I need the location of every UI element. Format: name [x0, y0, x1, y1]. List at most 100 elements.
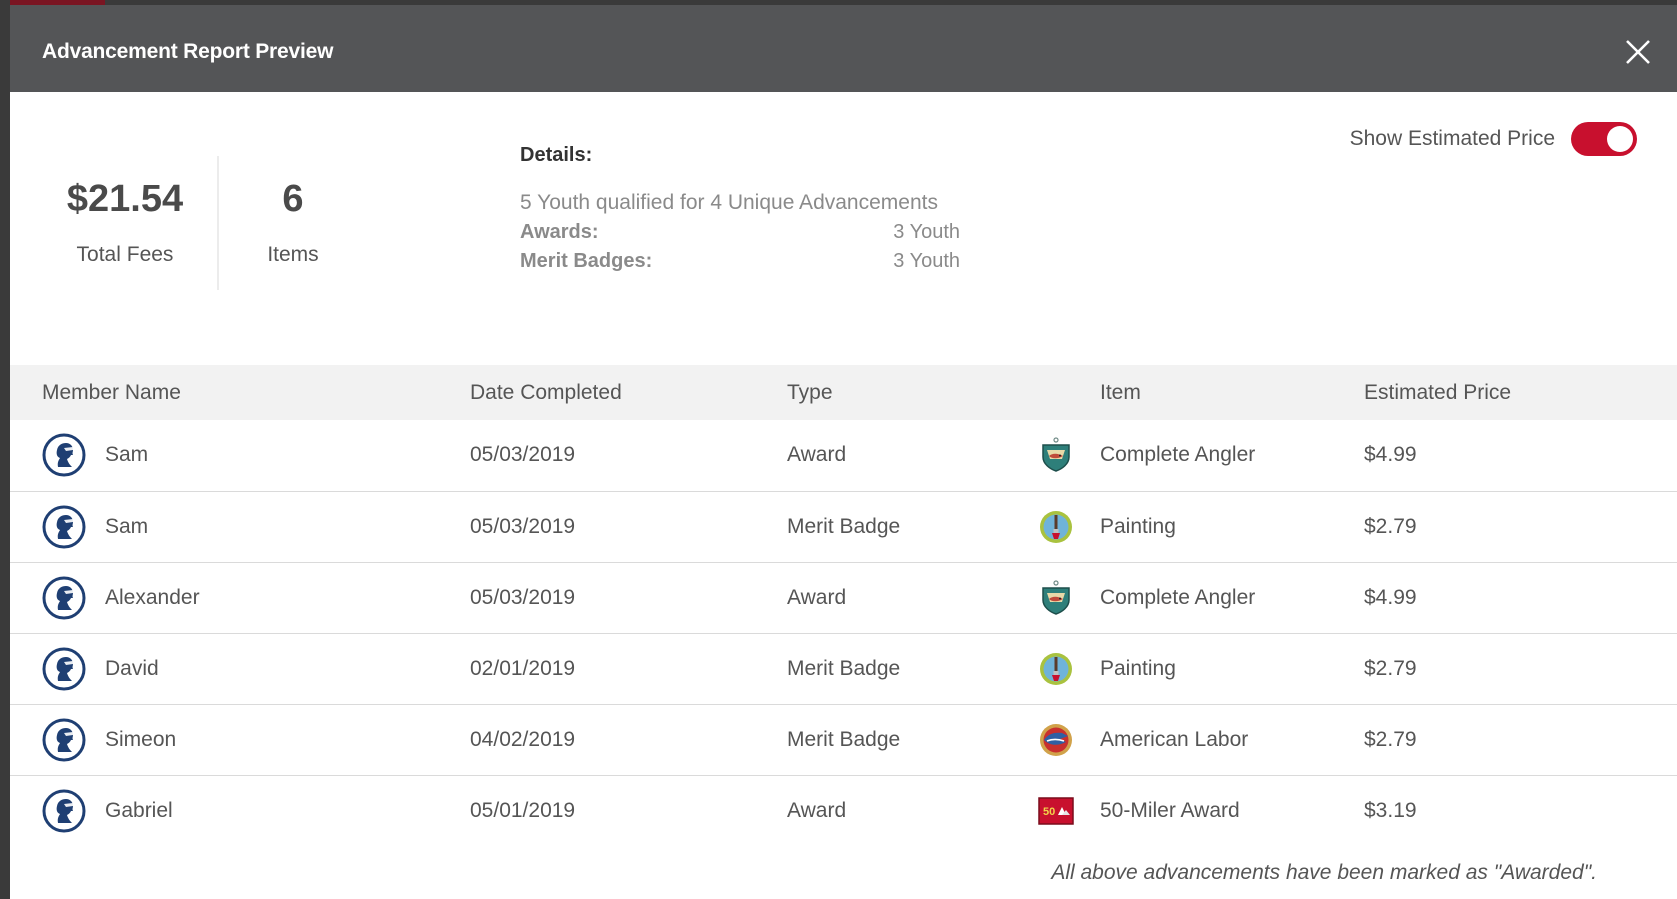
member-cell: Alexander	[10, 562, 470, 633]
total-fees-stat: $21.54 Total Fees	[50, 178, 200, 267]
merit-badges-row: Merit Badges: 3 Youth	[520, 250, 960, 273]
item-cell: Painting	[1038, 633, 1364, 704]
merit-badges-value: 3 Youth	[893, 250, 960, 272]
item-name: Painting	[1100, 656, 1176, 680]
merit-badges-label: Merit Badges:	[520, 250, 653, 272]
date-completed-cell: 05/01/2019	[470, 798, 576, 822]
modal-header: Advancement Report Preview	[10, 5, 1677, 92]
member-avatar-icon	[42, 576, 86, 619]
total-fees-value: $21.54	[66, 178, 184, 220]
member-cell: Simeon	[10, 704, 470, 775]
member-avatar-icon	[42, 505, 86, 548]
type-cell: Award	[787, 443, 847, 467]
details-summary: 5 Youth qualified for 4 Unique Advanceme…	[520, 191, 938, 214]
item: Painting	[1038, 651, 1364, 687]
member: Alexander	[42, 576, 470, 620]
close-icon[interactable]	[1625, 39, 1651, 65]
estimated-price-cell: $2.79	[1364, 656, 1417, 680]
table-row[interactable]: Gabriel 05/01/2019 Award 50 50-Miler Award…	[10, 775, 1677, 846]
table-row[interactable]: Sam 05/03/2019 Award Complete Angler $4.99	[10, 420, 1677, 491]
american-labor-badge-icon	[1040, 723, 1072, 756]
painting-badge-icon	[1040, 510, 1072, 543]
complete-angler-badge-icon	[1042, 437, 1070, 473]
table-row[interactable]: Sam 05/03/2019 Merit Badge Painting $2.79	[10, 491, 1677, 562]
header-date-completed: Date Completed	[470, 380, 622, 404]
table-row[interactable]: David 02/01/2019 Merit Badge Painting $2.79	[10, 633, 1677, 704]
details-title: Details:	[520, 144, 593, 166]
painting-badge-icon	[1040, 652, 1072, 685]
header-item-label: Item	[1100, 380, 1141, 404]
type-cell: Award	[787, 585, 847, 609]
item: Complete Angler	[1038, 579, 1364, 616]
item-cell: Complete Angler	[1038, 562, 1364, 633]
awarded-footnote: All above advancements have been marked …	[1051, 861, 1597, 884]
estimated-price-toggle[interactable]	[1571, 122, 1637, 156]
member-avatar-icon	[42, 433, 86, 477]
member-cell: Gabriel	[10, 775, 470, 846]
table-row[interactable]: Alexander 05/03/2019 Award Complete Angler…	[10, 562, 1677, 633]
item-name: 50-Miler Award	[1100, 798, 1240, 822]
member: Simeon	[42, 718, 470, 762]
member-cell: David	[10, 633, 470, 704]
header-estimated-price: Estimated Price	[1364, 380, 1512, 404]
member-cell: Sam	[10, 420, 470, 491]
member: Gabriel	[42, 789, 470, 833]
type-cell: Merit Badge	[787, 514, 901, 538]
type-cell: Merit Badge	[787, 727, 901, 751]
advancement-report-modal: Advancement Report Preview $21.54 Total …	[10, 5, 1677, 899]
item-cell: 50 50-Miler Award	[1038, 775, 1364, 846]
advancements-table: Member Name Date Completed Type Item Est…	[10, 365, 1677, 846]
estimated-price-toggle-label: Show Estimated Price	[1349, 127, 1555, 150]
member-name: Simeon	[105, 727, 177, 751]
items-label: Items	[267, 243, 319, 266]
total-fees-label: Total Fees	[76, 243, 174, 266]
toggle-knob	[1607, 126, 1633, 152]
estimated-price-cell: $4.99	[1364, 585, 1417, 609]
item-name: American Labor	[1100, 727, 1249, 751]
member: David	[42, 647, 470, 691]
header-member-name: Member Name	[42, 380, 181, 404]
date-completed-cell: 02/01/2019	[470, 656, 576, 680]
type-cell: Merit Badge	[787, 656, 901, 680]
fifty-miler-award-icon: 50	[1038, 797, 1074, 825]
estimated-price-cell: $4.99	[1364, 443, 1417, 467]
item-cell: Painting	[1038, 491, 1364, 562]
item: Complete Angler	[1038, 437, 1364, 473]
item: Painting	[1038, 509, 1364, 545]
table-header-row: Member Name Date Completed Type Item Est…	[10, 365, 1677, 420]
item: 50 50-Miler Award	[1038, 793, 1364, 829]
details-panel: Details: 5 Youth qualified for 4 Unique …	[520, 144, 960, 273]
items-stat: 6 Items	[238, 178, 348, 267]
awards-row: Awards: 3 Youth	[520, 221, 960, 244]
member-avatar-icon	[42, 789, 86, 833]
awards-value: 3 Youth	[893, 221, 960, 243]
member: Sam	[42, 433, 470, 477]
member-name: Sam	[105, 443, 149, 467]
member: Sam	[42, 505, 470, 549]
item-cell: Complete Angler	[1038, 420, 1364, 491]
estimated-price-cell: $2.79	[1364, 727, 1417, 751]
date-completed-cell: 05/03/2019	[470, 443, 576, 467]
member-name: Alexander	[105, 585, 200, 609]
member-name: Sam	[105, 514, 149, 538]
date-completed-cell: 05/03/2019	[470, 514, 576, 538]
complete-angler-badge-icon	[1042, 579, 1070, 615]
items-count: 6	[282, 178, 304, 220]
header-type: Type	[787, 380, 833, 404]
table-row[interactable]: Simeon 04/02/2019 Merit Badge American Lab…	[10, 704, 1677, 775]
estimated-price-cell: $2.79	[1364, 514, 1417, 538]
member-cell: Sam	[10, 491, 470, 562]
header-item: Item	[1038, 365, 1364, 420]
item-name: Complete Angler	[1100, 443, 1256, 467]
item-cell: American Labor	[1038, 704, 1364, 775]
table-body: Sam 05/03/2019 Award Complete Angler $4.99 …	[10, 420, 1677, 846]
estimated-price-toggle-group: Show Estimated Price	[1350, 122, 1637, 156]
summary-section: $21.54 Total Fees 6 Items Details: 5 You…	[10, 92, 1677, 365]
member-avatar-icon	[42, 647, 86, 690]
member-name: Gabriel	[105, 798, 173, 822]
item-name: Painting	[1100, 514, 1176, 538]
svg-text:50: 50	[1043, 806, 1055, 818]
date-completed-cell: 05/03/2019	[470, 585, 576, 609]
stat-divider	[217, 156, 219, 290]
item: American Labor	[1038, 722, 1364, 758]
